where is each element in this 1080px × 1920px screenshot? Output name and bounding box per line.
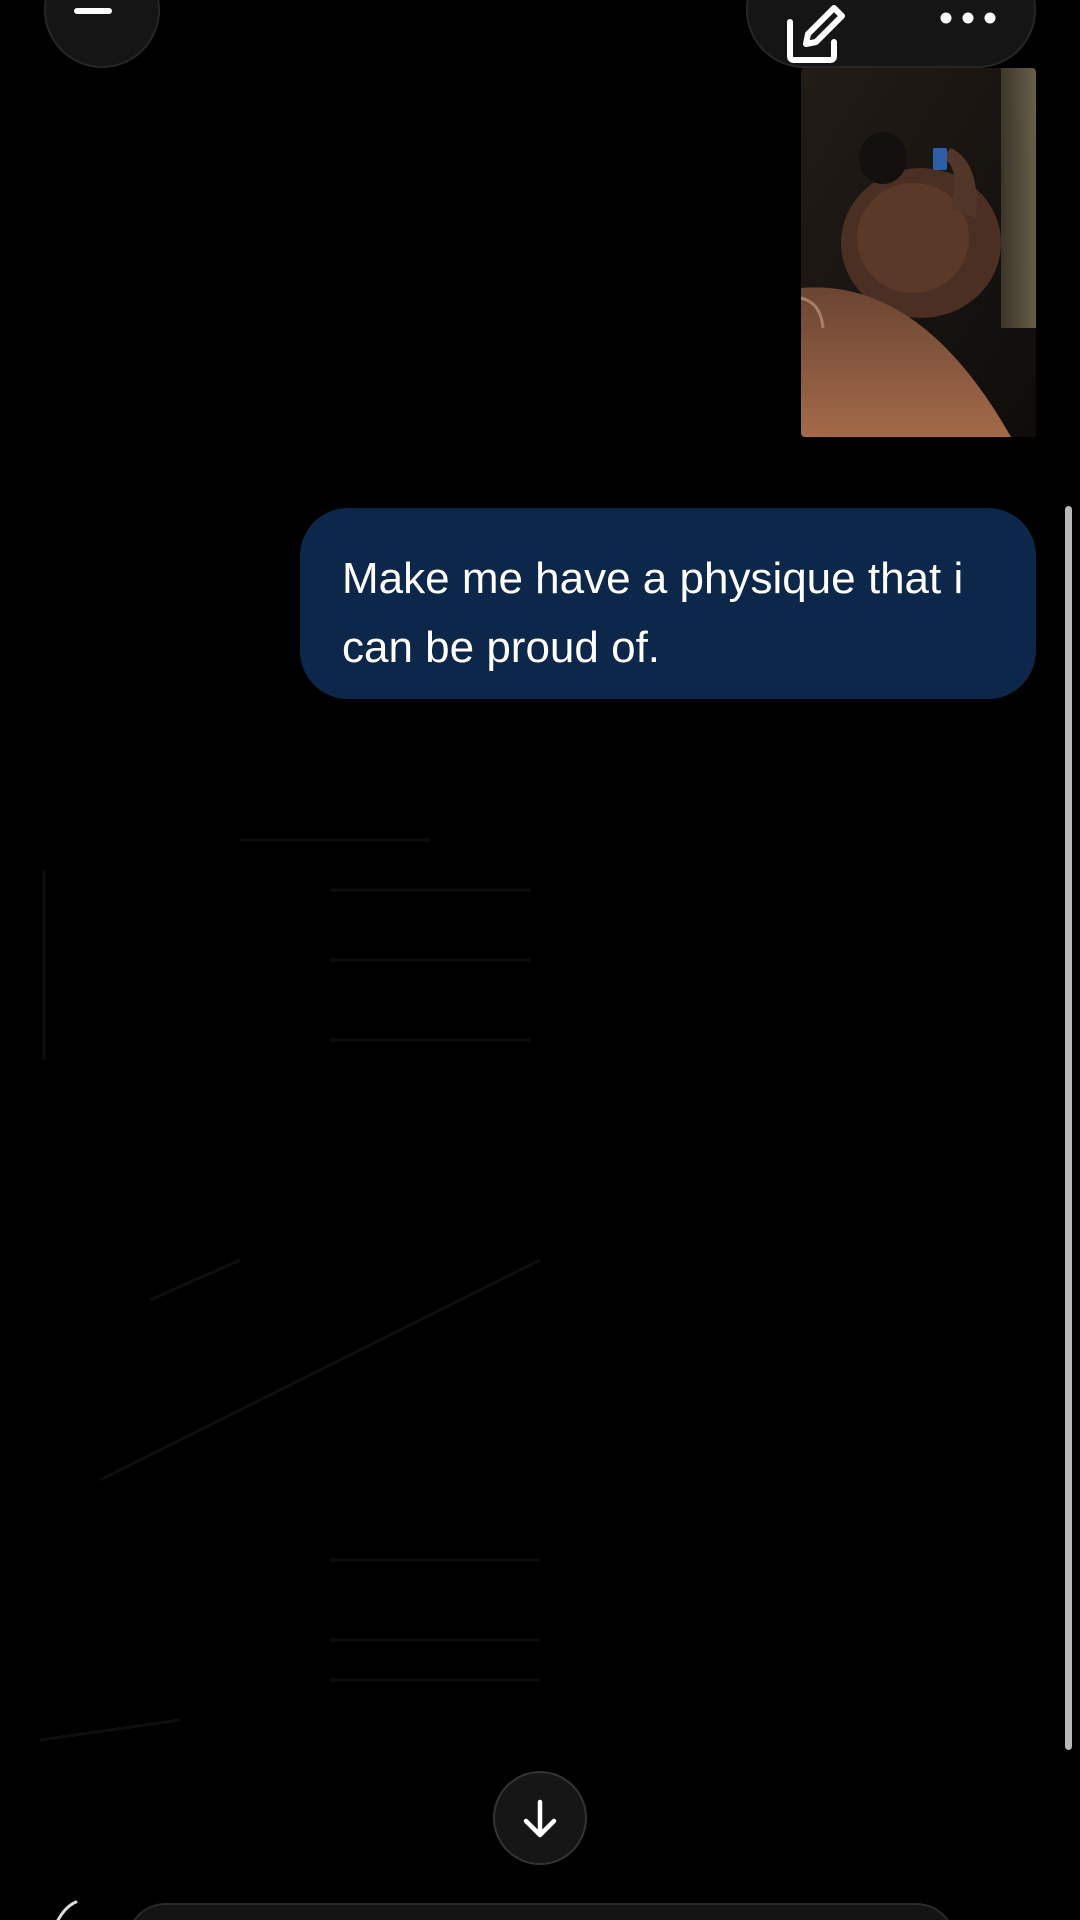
hamburger-menu-icon (74, 0, 130, 26)
attach-icon[interactable] (54, 1900, 84, 1920)
ellipsis-icon[interactable] (938, 8, 998, 28)
compose-edit-icon[interactable] (784, 2, 846, 64)
attached-photo[interactable] (801, 68, 1036, 437)
arrow-down-icon (523, 1799, 557, 1838)
faded-background-graphics (39, 838, 541, 1742)
menu-button[interactable] (44, 0, 160, 68)
message-composer[interactable] (126, 1903, 956, 1920)
mirror-selfie-photo (801, 68, 1036, 437)
top-actions-pill (746, 0, 1036, 68)
scroll-to-bottom-button[interactable] (493, 1771, 587, 1865)
chat-screen: Make me have a physique that i can be pr… (0, 0, 1080, 1920)
user-message-bubble[interactable]: Make me have a physique that i can be pr… (300, 508, 1036, 699)
user-message-text: Make me have a physique that i can be pr… (342, 554, 964, 672)
scrollbar[interactable] (1065, 506, 1072, 1750)
